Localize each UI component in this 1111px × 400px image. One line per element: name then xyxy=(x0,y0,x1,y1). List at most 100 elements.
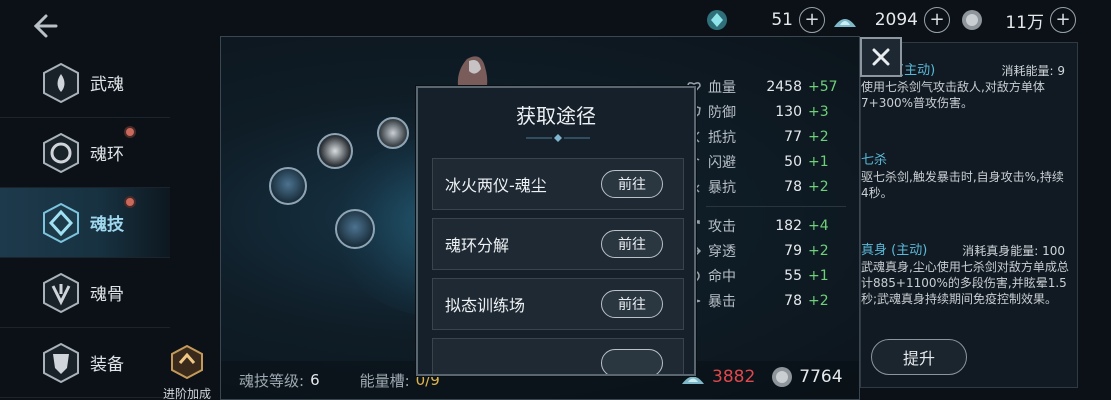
stat-label: 抵抗 xyxy=(708,129,736,146)
stat-value: 78 xyxy=(784,292,802,309)
skill-3-cost: 消耗真身能量: 100 xyxy=(962,244,1065,258)
back-arrow-icon xyxy=(33,14,58,38)
stat-row-crit: 暴击 78 +2 xyxy=(686,288,856,313)
energy-slot-label: 能量槽: xyxy=(359,371,410,390)
modal-title: 获取途径 xyxy=(516,104,596,128)
skill-node-sword[interactable] xyxy=(377,117,409,149)
skill-node-blade[interactable] xyxy=(317,133,353,169)
go-button[interactable]: 前往 xyxy=(601,230,663,258)
close-button[interactable] xyxy=(860,37,902,77)
stat-label: 暴击 xyxy=(708,293,736,310)
equipment-icon xyxy=(43,342,79,383)
currency-coin: 11万 + xyxy=(960,4,1076,36)
skill-description-panel: (主动) 消耗能量: 9 使用七杀剑气攻击敌人,对敌方单体7+300%普攻伤害。… xyxy=(860,42,1078,388)
skill-node-slash[interactable] xyxy=(335,209,375,249)
stats-list: 血量 2458 +57 防御 130 +3 抵抗 77 +2 闪避 50 +1 … xyxy=(686,74,856,313)
soul-skill-icon xyxy=(43,202,79,243)
go-button[interactable] xyxy=(601,349,663,374)
stat-label: 闪避 xyxy=(708,154,736,171)
route-item: 冰火两仪-魂尘 前往 xyxy=(432,158,684,210)
advance-bonus-label: 进阶加成 xyxy=(162,387,211,400)
stat-bonus: +2 xyxy=(808,292,829,309)
route-item: 拟态训练场 前往 xyxy=(432,278,684,330)
nav-item-soul-bone[interactable]: 魂骨 xyxy=(0,258,170,328)
stat-row-attack: 攻击 182 +4 xyxy=(686,213,856,238)
stat-value: 55 xyxy=(784,267,802,284)
route-item: 魂环分解 前往 xyxy=(432,218,684,270)
go-button[interactable]: 前往 xyxy=(601,290,663,318)
stat-bonus: +57 xyxy=(808,78,838,95)
martial-soul-icon xyxy=(43,62,79,103)
stat-label: 攻击 xyxy=(708,218,736,235)
nav-item-soul-ring[interactable]: 魂环 xyxy=(0,118,170,188)
title-ornament-icon xyxy=(526,134,590,142)
coin-cost: 7764 xyxy=(799,367,843,387)
skill-1-title: (主动) xyxy=(899,63,936,78)
back-button[interactable] xyxy=(26,10,62,42)
stat-row-accuracy: 命中 55 +1 xyxy=(686,263,856,288)
soul-dust-icon xyxy=(834,19,856,27)
skill-level-label: 魂技等级: xyxy=(239,371,305,390)
dust-amount: 2094 xyxy=(874,10,918,30)
skill-1-cost: 消耗能量: 9 xyxy=(1001,64,1066,78)
acquisition-modal: 获取途径 冰火两仪-魂尘 前往 魂环分解 前往 拟态训练场 前往 xyxy=(416,86,696,376)
route-label: 拟态训练场 xyxy=(445,296,526,315)
stat-value: 130 xyxy=(775,103,802,120)
soul-bone-icon xyxy=(43,272,79,313)
stat-value: 50 xyxy=(784,153,802,170)
nav-label-soul-ring: 魂环 xyxy=(90,145,124,165)
dust-cost: 3882 xyxy=(712,367,756,387)
nav-label-martial-soul: 武魂 xyxy=(90,75,124,95)
currency-crystal: 51 + xyxy=(705,4,825,36)
advance-bonus-icon xyxy=(171,344,203,380)
skill-level-value: 6 xyxy=(310,371,320,389)
add-dust-button[interactable]: + xyxy=(924,7,950,33)
skill-1-text: 使用七杀剑气攻击敌人,对敌方单体7+300%普攻伤害。 xyxy=(861,80,1045,110)
nav-label-soul-bone: 魂骨 xyxy=(90,285,124,305)
silver-coin-icon xyxy=(962,10,982,30)
notification-dot xyxy=(124,196,136,208)
stat-bonus: +2 xyxy=(808,242,829,259)
route-label: 冰火两仪-魂尘 xyxy=(445,176,547,195)
stat-row-dodge: 闪避 50 +1 xyxy=(686,149,856,174)
skill-desc-3: 真身 (主动) 消耗真身能量: 100 武魂真身,尘心使用七杀剑对敌方单成总计8… xyxy=(861,243,1071,307)
soul-ring-icon xyxy=(43,132,79,173)
stat-bonus: +3 xyxy=(808,103,829,120)
stat-bonus: +1 xyxy=(808,153,829,170)
nav-label-soul-skill: 魂技 xyxy=(90,215,124,235)
advance-bonus-button[interactable]: 进阶加成 xyxy=(158,344,216,400)
stat-value: 2458 xyxy=(766,78,802,95)
nav-label-equipment: 装备 xyxy=(90,355,124,375)
stat-value: 78 xyxy=(784,178,802,195)
stat-bonus: +2 xyxy=(808,178,829,195)
stat-row-hp: 血量 2458 +57 xyxy=(686,74,856,99)
stat-bonus: +1 xyxy=(808,267,829,284)
nav-item-soul-skill[interactable]: 魂技 xyxy=(0,188,170,258)
notification-dot xyxy=(124,126,136,138)
soul-crystal-icon xyxy=(707,10,727,30)
route-item-partial xyxy=(432,338,684,374)
skill-3-text: 武魂真身,尘心使用七杀剑对敌方单成总计885+1100%的多段伤害,并眩晕1.5… xyxy=(861,260,1069,306)
skill-2-text: 驱七杀剑,触发暴击时,自身攻击%,持续4秒。 xyxy=(861,170,1064,200)
currency-dust: 2094 + xyxy=(832,4,950,36)
upgrade-button[interactable]: 提升 xyxy=(871,339,967,375)
upgrade-cost: 3882 7764 xyxy=(680,366,843,388)
skill-node-ice[interactable] xyxy=(269,167,307,205)
stat-bonus: +4 xyxy=(808,217,829,234)
crystal-amount: 51 xyxy=(771,10,793,30)
add-coin-button[interactable]: + xyxy=(1050,7,1076,33)
stat-label: 暴抗 xyxy=(708,179,736,196)
add-crystal-button[interactable]: + xyxy=(799,7,825,33)
stat-value: 182 xyxy=(775,217,802,234)
stat-row-crit-resist: 暴抗 78 +2 xyxy=(686,174,856,199)
nav-item-equipment[interactable]: 装备 xyxy=(0,328,170,398)
skill-2-title: 七杀 xyxy=(861,153,888,168)
nav-item-martial-soul[interactable]: 武魂 xyxy=(0,48,170,118)
stat-row-resist: 抵抗 77 +2 xyxy=(686,124,856,149)
stat-value: 79 xyxy=(784,242,802,259)
skill-3-title: 真身 (主动) xyxy=(861,243,928,258)
silver-coin-icon xyxy=(772,367,793,387)
side-nav: 武魂 魂环 魂技 魂骨 装备 xyxy=(0,48,170,398)
stat-label: 命中 xyxy=(708,268,736,285)
go-button[interactable]: 前往 xyxy=(601,170,663,198)
